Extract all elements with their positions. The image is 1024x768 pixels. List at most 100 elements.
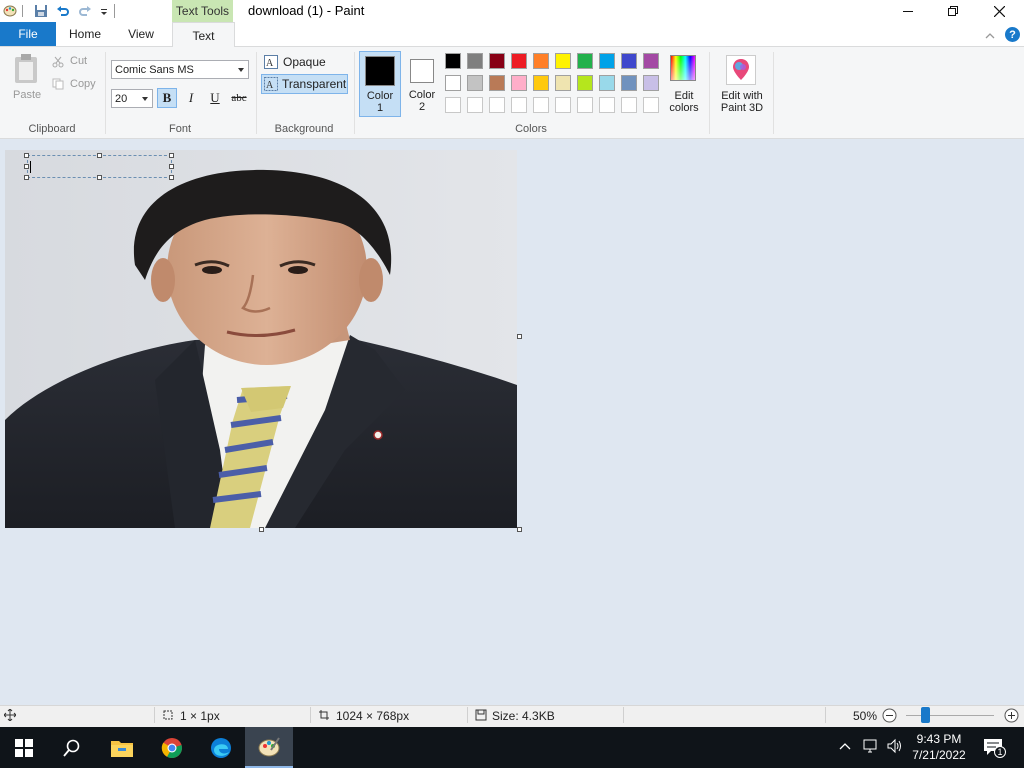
color1-button[interactable]: Color 1	[359, 51, 401, 117]
edit-colors-label: Edit colors	[669, 90, 699, 114]
palette-swatch[interactable]	[511, 75, 527, 91]
minimize-button[interactable]	[885, 0, 931, 22]
edge-button[interactable]	[197, 727, 245, 768]
resize-handle-corner[interactable]	[517, 527, 522, 532]
palette-swatch[interactable]	[621, 53, 637, 69]
zoom-out-button[interactable]	[882, 708, 897, 723]
zoom-in-button[interactable]	[1004, 708, 1019, 723]
paint-taskbar-button[interactable]	[245, 727, 293, 768]
search-button[interactable]	[48, 727, 96, 768]
textbox-handle[interactable]	[97, 153, 102, 158]
edit-with-paint3d-button[interactable]: Edit with Paint 3D	[714, 53, 770, 119]
copy-button[interactable]: Copy	[52, 77, 102, 93]
resize-handle-bottom[interactable]	[259, 527, 264, 532]
palette-swatch[interactable]	[511, 53, 527, 69]
palette-swatch[interactable]	[599, 75, 615, 91]
palette-swatch[interactable]	[489, 53, 505, 69]
custom-color-slot[interactable]	[621, 97, 637, 113]
opaque-button[interactable]: A Opaque	[262, 53, 350, 71]
custom-color-slot[interactable]	[599, 97, 615, 113]
font-family-value: Comic Sans MS	[115, 63, 194, 76]
paint-app-icon[interactable]	[2, 3, 18, 19]
palette-swatch[interactable]	[533, 75, 549, 91]
resize-handle-right[interactable]	[517, 334, 522, 339]
group-separator	[709, 52, 710, 134]
group-separator	[354, 52, 355, 134]
clipboard-group-label: Clipboard	[28, 123, 76, 135]
show-hidden-icons-icon[interactable]	[838, 740, 852, 754]
font-size-select[interactable]: 20	[111, 89, 153, 108]
textbox-handle[interactable]	[169, 175, 174, 180]
help-icon[interactable]: ?	[1005, 27, 1020, 42]
tab-file[interactable]: File	[0, 22, 56, 46]
palette-swatch[interactable]	[467, 53, 483, 69]
palette-swatch[interactable]	[555, 53, 571, 69]
minimize-ribbon-icon[interactable]	[985, 29, 995, 43]
custom-color-slot[interactable]	[555, 97, 571, 113]
window-title: download (1) - Paint	[248, 3, 365, 18]
paint-app-icon	[258, 736, 280, 756]
tab-home[interactable]: Home	[62, 22, 108, 46]
palette-swatch[interactable]	[643, 75, 659, 91]
palette-swatch[interactable]	[445, 75, 461, 91]
bold-button[interactable]: B	[157, 88, 177, 108]
textbox-handle[interactable]	[169, 153, 174, 158]
textbox-handle[interactable]	[97, 175, 102, 180]
font-family-select[interactable]: Comic Sans MS	[111, 60, 249, 79]
clock-time: 9:43 PM	[916, 732, 962, 746]
strikethrough-button[interactable]: abc	[228, 88, 250, 108]
palette-swatch[interactable]	[577, 75, 593, 91]
textbox-handle[interactable]	[169, 164, 174, 169]
title-divider	[114, 4, 115, 18]
action-center-button[interactable]: 1	[980, 736, 1006, 758]
status-separator	[310, 707, 311, 723]
palette-swatch[interactable]	[489, 75, 505, 91]
edit-colors-button[interactable]: Edit colors	[664, 53, 704, 117]
cut-button[interactable]: Cut	[52, 54, 102, 70]
palette-swatch[interactable]	[445, 53, 461, 69]
tab-text[interactable]: Text	[172, 22, 235, 48]
custom-color-slot[interactable]	[533, 97, 549, 113]
palette-swatch[interactable]	[621, 75, 637, 91]
textbox-handle[interactable]	[24, 175, 29, 180]
palette-swatch[interactable]	[577, 53, 593, 69]
textbox-handle[interactable]	[24, 153, 29, 158]
custom-color-slot[interactable]	[577, 97, 593, 113]
chrome-button[interactable]	[148, 727, 196, 768]
textbox-handle[interactable]	[24, 164, 29, 169]
palette-swatch[interactable]	[533, 53, 549, 69]
paste-button[interactable]: Paste	[10, 53, 44, 109]
palette-swatch[interactable]	[555, 75, 571, 91]
tab-view[interactable]: View	[118, 22, 164, 46]
volume-icon[interactable]	[886, 738, 904, 757]
custom-color-slot[interactable]	[489, 97, 505, 113]
zoom-slider-track[interactable]	[906, 715, 994, 716]
palette-swatch[interactable]	[599, 53, 615, 69]
save-icon[interactable]	[33, 3, 49, 19]
italic-button[interactable]: I	[181, 88, 201, 108]
minimize-icon	[903, 11, 913, 12]
file-explorer-button[interactable]	[98, 727, 146, 768]
close-button[interactable]	[976, 0, 1022, 22]
custom-color-slot[interactable]	[511, 97, 527, 113]
transparent-button[interactable]: A Transparent	[261, 74, 348, 94]
redo-icon[interactable]	[77, 3, 93, 19]
palette-swatch[interactable]	[643, 53, 659, 69]
palette-swatch[interactable]	[467, 75, 483, 91]
custom-color-slot[interactable]	[445, 97, 461, 113]
start-button[interactable]	[0, 727, 48, 768]
color2-button[interactable]: Color 2	[403, 51, 441, 117]
customize-quick-access-icon[interactable]	[96, 4, 112, 20]
transparent-label: Transparent	[282, 77, 347, 91]
underline-button[interactable]: U	[205, 88, 225, 108]
clock[interactable]: 9:43 PM 7/21/2022	[908, 732, 970, 762]
zoom-slider-thumb[interactable]	[921, 707, 931, 723]
custom-color-slot[interactable]	[467, 97, 483, 113]
cut-label: Cut	[70, 55, 88, 67]
file-explorer-icon	[111, 740, 133, 757]
restore-button[interactable]	[930, 0, 976, 22]
undo-icon[interactable]	[55, 3, 71, 19]
custom-color-slot[interactable]	[643, 97, 659, 113]
network-icon[interactable]	[862, 738, 880, 757]
canvas-image[interactable]	[5, 150, 517, 528]
